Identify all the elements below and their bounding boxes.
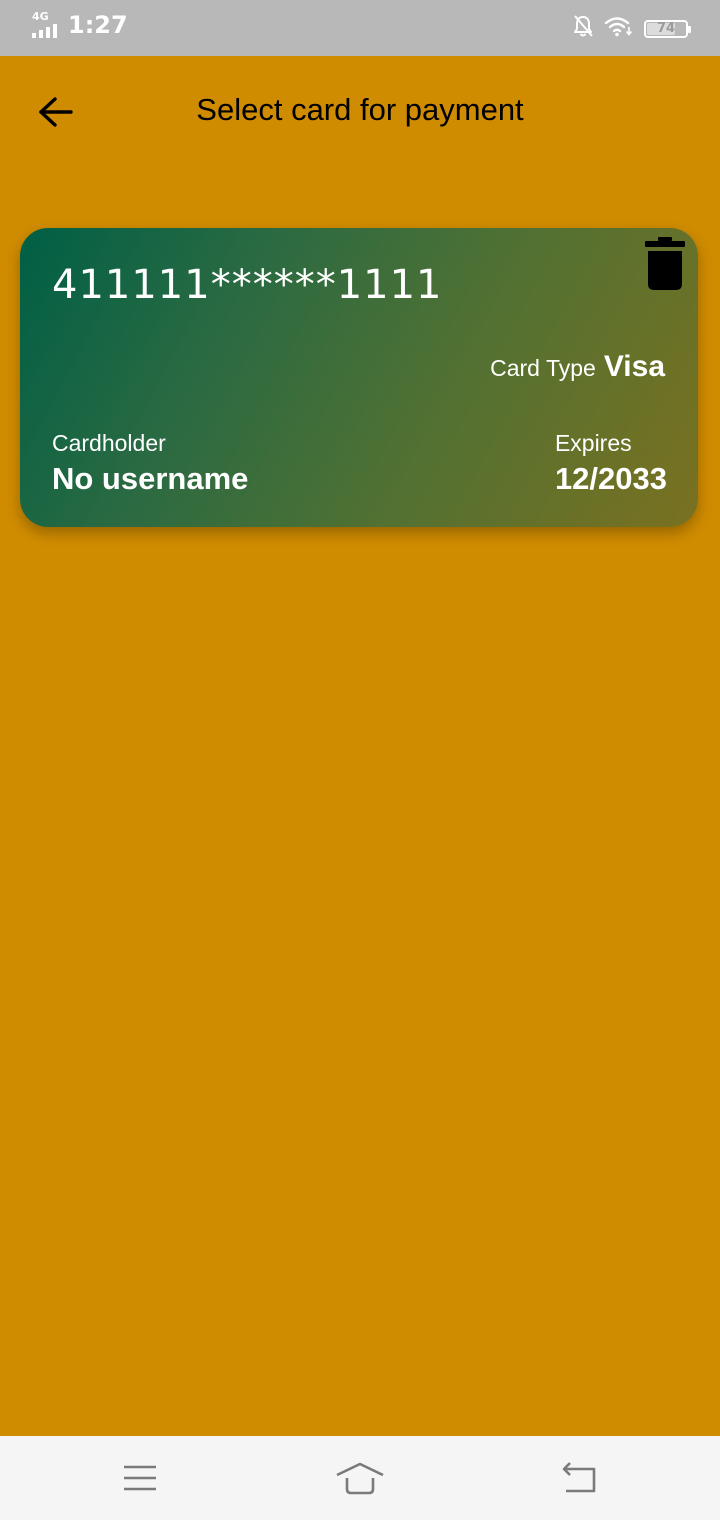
card-type-label: Card Type (490, 355, 596, 381)
expires-value: 12/2033 (554, 461, 667, 496)
system-back-button[interactable] (554, 1454, 606, 1502)
card-type: Card Type Visa (490, 350, 665, 384)
payment-card[interactable]: 411111******1111 Card Type Visa Cardhold… (20, 228, 698, 527)
signal-icon: 4G (30, 10, 64, 40)
trash-icon (645, 237, 685, 290)
delete-card-button[interactable] (642, 236, 688, 292)
battery-text: 74 (656, 21, 676, 36)
expires-label: Expires (554, 430, 632, 456)
status-right: 74 (572, 14, 691, 43)
expiry: Expires 12/2033 (555, 430, 667, 497)
cardholder-name: No username (52, 461, 249, 496)
bell-off-icon (572, 14, 594, 43)
status-left: 4G 1:27 (30, 10, 128, 40)
battery-icon: 74 (644, 19, 691, 38)
cardholder: Cardholder No username (52, 430, 248, 497)
status-time: 1:27 (68, 11, 128, 39)
status-bar: 4G 1:27 74 (0, 0, 720, 56)
card-number: 411111******1111 (52, 262, 443, 308)
screen: 4G 1:27 74 Select card for payment 41111… (0, 0, 720, 1520)
nav-bar (0, 1436, 720, 1520)
home-button[interactable] (334, 1454, 386, 1502)
card-type-value: Visa (603, 350, 665, 383)
back-icon (562, 1462, 596, 1493)
home-icon (336, 1462, 384, 1495)
cardholder-label: Cardholder (52, 430, 166, 456)
wifi-icon (604, 15, 634, 42)
menu-icon (124, 1465, 156, 1491)
app-bar: Select card for payment (0, 56, 720, 168)
page-title: Select card for payment (196, 92, 524, 127)
menu-button[interactable] (114, 1454, 166, 1502)
network-type: 4G (32, 10, 49, 23)
